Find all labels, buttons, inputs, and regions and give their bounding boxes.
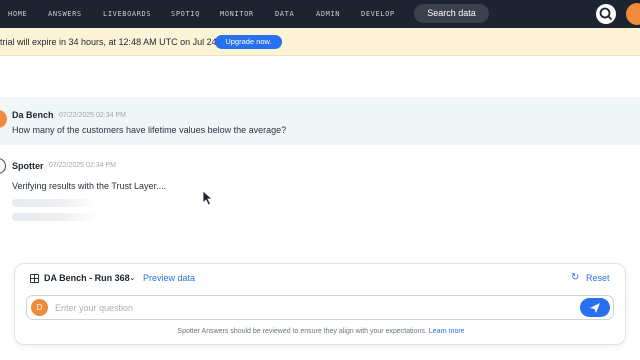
user-avatar[interactable] xyxy=(626,3,640,25)
nav-item-home[interactable]: HOME xyxy=(8,10,27,18)
upgrade-button[interactable]: Upgrade now. xyxy=(215,35,282,49)
message-timestamp: 07/22/2025 02:34 PM xyxy=(59,112,126,119)
chevron-down-icon[interactable]: ⌄ xyxy=(129,273,136,282)
preview-data-link[interactable]: Preview data xyxy=(143,273,195,283)
question-field[interactable]: D xyxy=(26,295,614,320)
reset-button[interactable]: Reset xyxy=(586,273,610,283)
search-icon[interactable] xyxy=(596,4,616,24)
reset-icon[interactable]: ↻ xyxy=(571,272,579,283)
trial-banner-text: trial will expire in 34 hours, at 12:48 … xyxy=(0,37,220,47)
loading-skeleton xyxy=(12,199,98,207)
avatar: D xyxy=(31,299,48,316)
mouse-cursor-icon xyxy=(202,190,214,206)
learn-more-link[interactable]: Learn more xyxy=(429,328,465,335)
send-button[interactable] xyxy=(580,298,610,317)
loading-skeleton xyxy=(12,213,98,221)
nav-item-spotiq[interactable]: SPOTIQ xyxy=(171,10,200,18)
nav-item-develop[interactable]: DEVELOP xyxy=(361,10,395,18)
nav-item-answers[interactable]: ANSWERS xyxy=(48,10,82,18)
spotter-sender: Spotter xyxy=(12,161,44,171)
disclaimer: Spotter Answers should be reviewed to en… xyxy=(15,328,627,335)
composer-card: DA Bench - Run 368 ⌄ Preview data ↻ Rese… xyxy=(14,263,626,345)
disclaimer-text: Spotter Answers should be reviewed to en… xyxy=(177,328,427,335)
message-sender: Da Bench xyxy=(12,110,54,120)
spotter-status-text: Verifying results with the Trust Layer..… xyxy=(12,181,167,191)
trial-banner: trial will expire in 34 hours, at 12:48 … xyxy=(0,28,640,56)
top-nav: HOME ANSWERS LIVEBOARDS SPOTIQ MONITOR D… xyxy=(0,0,640,28)
datasource-selector[interactable]: DA Bench - Run 368 xyxy=(44,273,130,283)
nav-item-liveboards[interactable]: LIVEBOARDS xyxy=(103,10,151,18)
search-data-button[interactable]: Search data xyxy=(414,4,489,23)
spotter-icon xyxy=(0,158,6,174)
question-input[interactable] xyxy=(55,300,565,316)
table-icon xyxy=(30,274,39,283)
user-message: Da Bench 07/22/2025 02:34 PM How many of… xyxy=(0,97,640,145)
nav-item-monitor[interactable]: MONITOR xyxy=(220,10,254,18)
message-text: How many of the customers have lifetime … xyxy=(12,125,287,135)
nav-item-data[interactable]: DATA xyxy=(275,10,294,18)
avatar xyxy=(0,110,7,128)
send-icon xyxy=(590,303,600,313)
spotter-timestamp: 07/22/2025 02:34 PM xyxy=(49,162,116,169)
nav-item-admin[interactable]: ADMIN xyxy=(316,10,340,18)
